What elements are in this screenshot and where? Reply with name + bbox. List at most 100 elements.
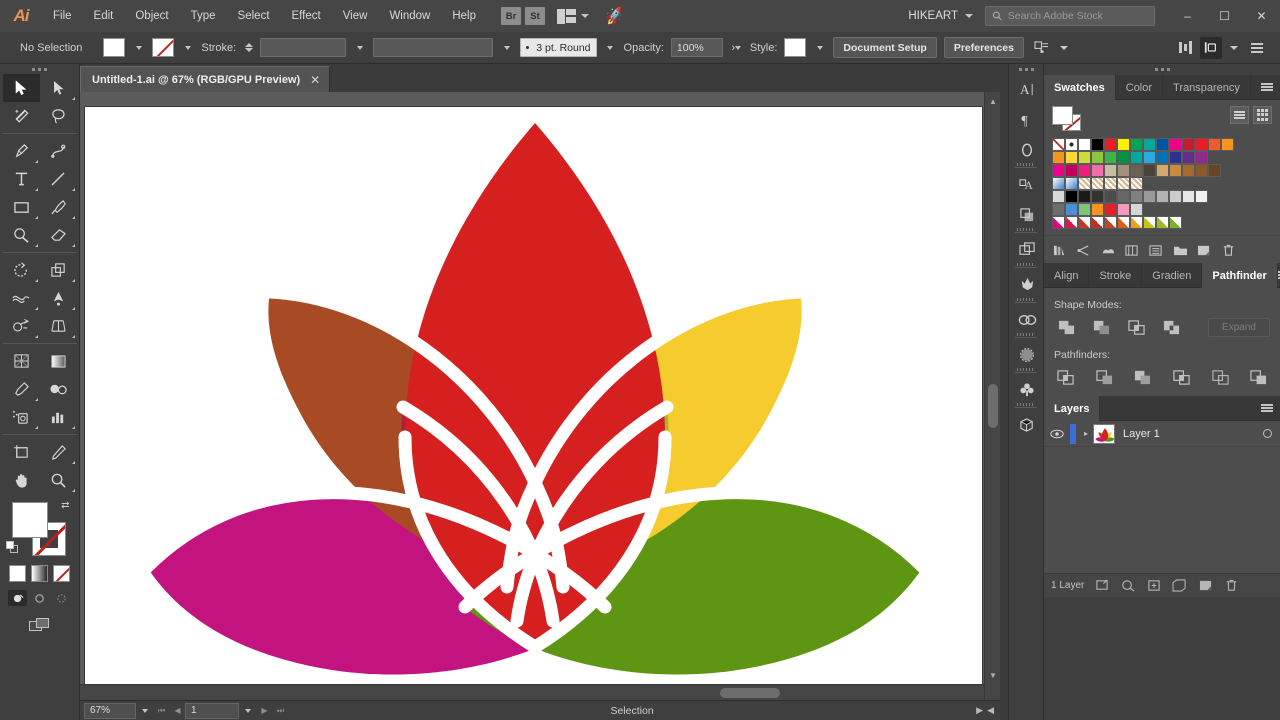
swatch-cell[interactable] <box>1195 151 1208 164</box>
line-segment-tool[interactable] <box>40 165 77 193</box>
opacity-chevron-down-icon[interactable]: › <box>730 38 743 57</box>
swatch-cell[interactable] <box>1104 164 1117 177</box>
column-graph-tool[interactable] <box>40 403 77 431</box>
menu-window[interactable]: Window <box>378 0 441 32</box>
swatch-cell[interactable] <box>1130 216 1143 229</box>
default-fill-stroke-icon[interactable] <box>6 541 19 554</box>
bridge-button[interactable]: Br <box>501 7 521 25</box>
shape-builder-tool[interactable] <box>3 312 40 340</box>
swatch-cell[interactable] <box>1078 190 1091 203</box>
width-tool[interactable] <box>3 284 40 312</box>
menu-help[interactable]: Help <box>441 0 487 32</box>
swatch-cell[interactable] <box>1182 190 1195 203</box>
swatch-cell[interactable] <box>1182 151 1195 164</box>
account-menu[interactable]: HIKEART <box>896 10 985 22</box>
tools-panel-grip[interactable] <box>0 64 79 74</box>
symbol-sprayer-tool[interactable] <box>3 403 40 431</box>
rectangle-tool[interactable] <box>3 193 40 221</box>
swatch-cell[interactable] <box>1104 216 1117 229</box>
swatch-cell[interactable] <box>1169 151 1182 164</box>
swatch-cell[interactable] <box>1117 190 1130 203</box>
change-screen-mode-button[interactable] <box>0 618 79 633</box>
swatch-libraries-icon[interactable] <box>1050 241 1070 259</box>
workspace-switcher-icon[interactable] <box>1246 37 1268 59</box>
create-new-sublayer-icon[interactable] <box>1145 577 1162 594</box>
swatch-cell[interactable] <box>1117 177 1130 190</box>
fill-color-swatch[interactable] <box>103 38 125 57</box>
swatch-grid[interactable] <box>1052 138 1272 229</box>
swatch-cell[interactable] <box>1065 203 1078 216</box>
swatch-cell[interactable] <box>1195 190 1208 203</box>
select-similar-options-icon[interactable] <box>1031 37 1053 59</box>
swatch-cell[interactable] <box>1078 138 1091 151</box>
swatch-cell[interactable] <box>1130 138 1143 151</box>
intersect-icon[interactable] <box>1124 317 1149 338</box>
tab-gradient[interactable]: Gradien <box>1142 263 1202 288</box>
paintbrush-tool[interactable] <box>40 193 77 221</box>
unite-icon[interactable] <box>1054 317 1079 338</box>
scroll-up-arrow-icon[interactable]: ▲ <box>985 94 1001 108</box>
swatch-cell[interactable] <box>1130 177 1143 190</box>
swatch-cell[interactable] <box>1130 203 1143 216</box>
eye-icon[interactable] <box>1044 429 1070 439</box>
minimize-button[interactable]: – <box>1169 0 1206 32</box>
swatch-cell[interactable] <box>1091 177 1104 190</box>
transparency-panel-icon[interactable] <box>1009 340 1045 370</box>
artboard[interactable] <box>84 106 983 691</box>
last-artboard-button[interactable]: ⏭ <box>273 703 288 719</box>
swatch-cell[interactable] <box>1221 138 1234 151</box>
swatch-cell[interactable] <box>1078 216 1091 229</box>
swatch-cell[interactable] <box>1182 164 1195 177</box>
type-tool[interactable] <box>3 165 40 193</box>
arrange-chevron-down-icon[interactable] <box>581 14 589 18</box>
expand-arrow-icon[interactable]: ▸ <box>1079 429 1093 438</box>
pattern-panel-icon[interactable] <box>1009 375 1045 405</box>
stroke-weight-stepper[interactable] <box>245 43 253 52</box>
draw-inside-button[interactable] <box>52 590 71 606</box>
vertical-scroll-thumb[interactable] <box>988 384 998 428</box>
swatch-cell[interactable] <box>1117 216 1130 229</box>
swatch-cell[interactable] <box>1078 203 1091 216</box>
scroll-down-arrow-icon[interactable]: ▼ <box>985 668 1001 682</box>
menu-object[interactable]: Object <box>124 0 179 32</box>
eraser-tool[interactable] <box>40 221 77 249</box>
swatch-cell[interactable] <box>1169 216 1182 229</box>
expand-button[interactable]: Expand <box>1208 318 1270 337</box>
close-icon[interactable]: ✕ <box>310 73 320 87</box>
swatch-cell[interactable] <box>1169 138 1182 151</box>
new-color-group-icon[interactable] <box>1122 241 1142 259</box>
free-transform-tool[interactable] <box>40 284 77 312</box>
swatch-cell[interactable] <box>1052 190 1065 203</box>
previous-artboard-button[interactable]: ◀ <box>170 703 185 719</box>
new-layer-button-icon[interactable] <box>1197 577 1214 594</box>
outline-icon[interactable] <box>1209 367 1232 388</box>
symbols-panel-icon[interactable] <box>1009 305 1045 335</box>
opentype-panel-icon[interactable] <box>1009 135 1045 165</box>
swatch-cell[interactable] <box>1052 164 1065 177</box>
list-view-icon[interactable] <box>1230 106 1249 124</box>
swap-fill-stroke-icon[interactable]: ⇄ <box>61 500 69 511</box>
swatches-panel-menu-icon[interactable] <box>1254 75 1280 99</box>
trim-icon[interactable] <box>1093 367 1116 388</box>
stroke-chevron-down-icon[interactable] <box>181 38 194 57</box>
swatch-cell[interactable] <box>1065 138 1078 151</box>
tab-color[interactable]: Color <box>1116 75 1163 100</box>
swatch-cell[interactable] <box>1091 151 1104 164</box>
color-fill-mode-button[interactable] <box>9 565 26 582</box>
swatch-cell[interactable] <box>1143 164 1156 177</box>
stock-button[interactable]: St <box>525 7 545 25</box>
grid-view-icon[interactable] <box>1253 106 1272 124</box>
create-new-layer-icon[interactable] <box>1171 577 1188 594</box>
artboard-chevron-down-icon[interactable] <box>239 703 257 719</box>
tab-pathfinder[interactable]: Pathfinder <box>1202 263 1277 288</box>
magic-wand-tool[interactable] <box>3 102 40 130</box>
layers-panel-menu-icon[interactable] <box>1254 396 1280 420</box>
swatch-cell[interactable] <box>1143 151 1156 164</box>
zoom-chevron-down-icon[interactable] <box>136 703 154 719</box>
swatch-cell[interactable] <box>1104 151 1117 164</box>
menu-select[interactable]: Select <box>227 0 281 32</box>
swatch-cell[interactable] <box>1117 151 1130 164</box>
gradient-fill-mode-button[interactable] <box>31 565 48 582</box>
zoom-tool[interactable] <box>40 466 77 494</box>
eyedropper-tool[interactable] <box>3 375 40 403</box>
